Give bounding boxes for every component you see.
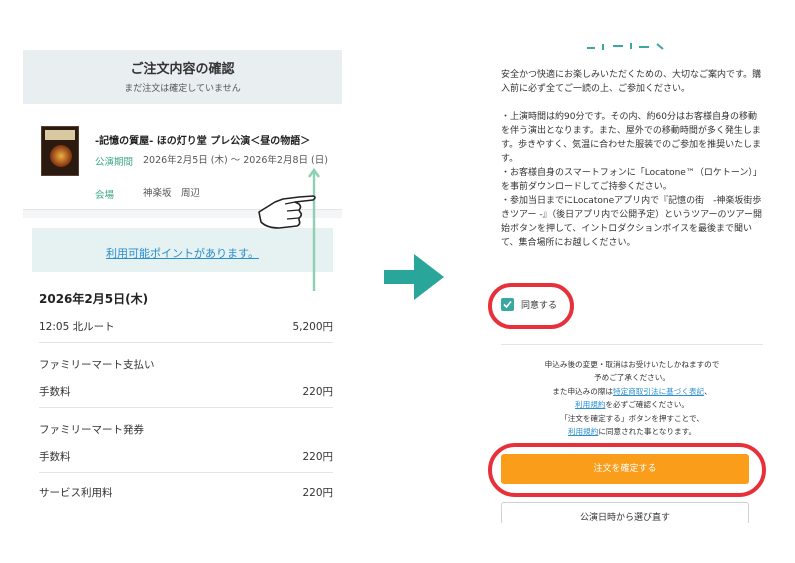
terms-text: に同意された事となります。 xyxy=(598,427,697,437)
issue-fee-row: 手数料 220円 xyxy=(39,437,333,473)
terms-text: 、 xyxy=(704,386,712,396)
divider xyxy=(501,344,763,345)
terms-text: また申込みの際は xyxy=(552,386,614,396)
right-arrow-icon xyxy=(384,254,444,300)
issue-fee-value: 220円 xyxy=(302,451,333,463)
payment-fee-value: 220円 xyxy=(302,386,333,398)
performance-date: 2026年2月5日(木) xyxy=(39,292,149,306)
period-label: 公演期間 xyxy=(95,157,134,168)
terms-line: 「注文を確定する」ボタンを押すことで、 xyxy=(560,413,704,423)
ticket-row: 12:05 北ルート 5,200円 xyxy=(39,307,333,343)
service-fee-label: サービス利用料 xyxy=(39,487,113,499)
terms-of-use-link[interactable]: 利用規約 xyxy=(575,400,605,409)
pointing-hand-icon xyxy=(258,195,316,229)
payment-fee-label: 手数料 xyxy=(39,386,71,398)
event-thumbnail xyxy=(41,126,79,176)
points-box: 利用可能ポイントがあります。 xyxy=(32,228,333,272)
terms-line: 利用規約に同意された事となります。 xyxy=(501,425,763,438)
period-value: 2026年2月5日 (木) 〜 2026年2月8日 (日) xyxy=(143,155,328,166)
available-points-link[interactable]: 利用可能ポイントがあります。 xyxy=(106,247,259,260)
payment-method-title: ファミリーマート支払い xyxy=(39,359,155,371)
terms-line: 利用規約を必ずご確認ください。 xyxy=(501,398,763,411)
notice-bullets: ・上演時間は約90分です。その内、約60分はお客様自身の移動を伴う演出となります… xyxy=(501,112,762,248)
order-summary-panel: ご注文内容の確認 まだ注文は確定していません -記憶の質屋- ほの灯り堂 プレ公… xyxy=(23,50,342,515)
confirm-highlight-ring xyxy=(488,443,766,497)
service-fee-row: サービス利用料 220円 xyxy=(39,473,333,509)
service-fee-value: 220円 xyxy=(302,487,333,499)
terms-line: 申込み後の変更・取消はお受けいたしかねますので xyxy=(544,360,720,369)
heading-fragment xyxy=(587,43,664,50)
issue-fee-label: 手数料 xyxy=(39,451,71,463)
ticket-price: 5,200円 xyxy=(292,321,333,333)
commercial-law-link[interactable]: 特定商取引法に基づく表記 xyxy=(613,387,704,396)
agree-highlight-ring xyxy=(488,283,574,329)
notice-text: 安全かつ快適にお楽しみいただくための、大切なご案内です。購入前に必ず全てご一読の… xyxy=(501,68,763,250)
terms-notice: 申込み後の変更・取消はお受けいたしかねますので 予めご了承ください。 また申込み… xyxy=(501,358,763,438)
payment-fee-row: 手数料 220円 xyxy=(39,372,333,408)
ticket-label: 12:05 北ルート xyxy=(39,321,115,333)
confirm-header: ご注文内容の確認 まだ注文は確定していません xyxy=(23,50,342,104)
page-subtitle: まだ注文は確定していません xyxy=(124,84,241,94)
venue-label: 会場 xyxy=(95,190,115,201)
terms-line: また申込みの際は特定商取引法に基づく表記、 xyxy=(501,385,763,398)
terms-text: を必ずご確認ください。 xyxy=(605,400,689,410)
reselect-date-button[interactable]: 公演日時から選び直す xyxy=(501,502,749,523)
terms-line: 予めご了承ください。 xyxy=(594,373,670,383)
venue-value: 神楽坂 周辺 xyxy=(143,188,201,199)
confirm-panel: 安全かつ快適にお楽しみいただくための、大切なご案内です。購入前に必ず全てご一読の… xyxy=(487,40,774,523)
event-title: -記憶の質屋- ほの灯り堂 プレ公演＜昼の物語＞ xyxy=(95,136,311,147)
notice-intro: 安全かつ快適にお楽しみいただくための、大切なご案内です。購入前に必ず全てご一読の… xyxy=(501,70,762,94)
page-title: ご注文内容の確認 xyxy=(130,62,235,77)
terms-of-use-link[interactable]: 利用規約 xyxy=(568,427,598,436)
issue-method-title: ファミリーマート発券 xyxy=(39,424,144,436)
